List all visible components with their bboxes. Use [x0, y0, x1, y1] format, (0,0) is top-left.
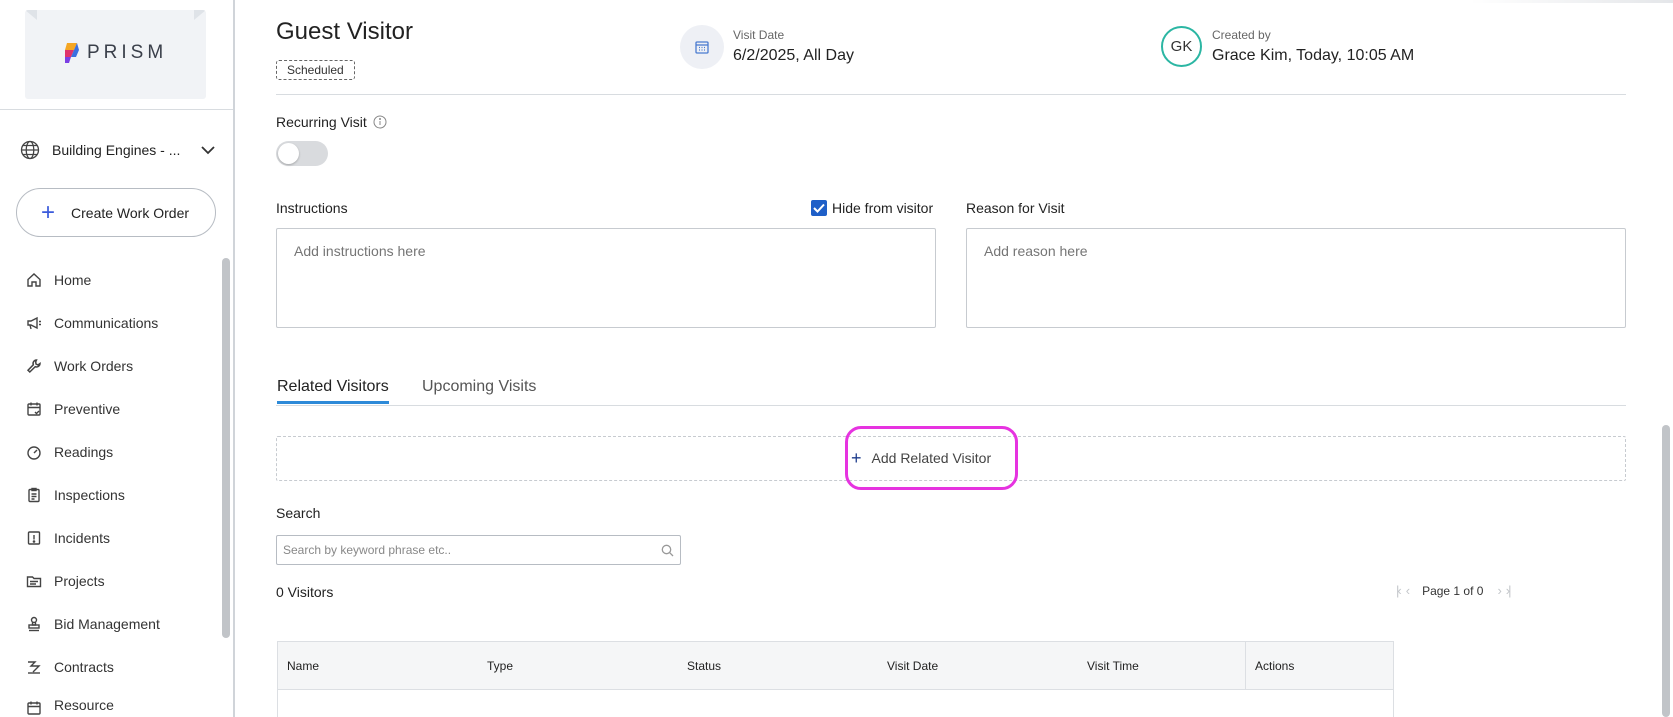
- info-icon[interactable]: [373, 115, 387, 129]
- highlight-ring: [845, 426, 1018, 490]
- sidebar-item-label: Inspections: [54, 486, 125, 503]
- column-header-name[interactable]: Name: [278, 642, 478, 690]
- visitors-table: Name Type Status Visit Date Visit Time A…: [277, 641, 1394, 717]
- search-label: Search: [276, 505, 321, 521]
- tab-upcoming-visits[interactable]: Upcoming Visits: [422, 378, 536, 404]
- prism-logo: PRISM: [65, 42, 167, 64]
- next-page-icon[interactable]: ›: [1497, 583, 1502, 598]
- pagination: |‹ ‹ Page 1 of 0 › ›|: [1396, 583, 1512, 598]
- header-divider: [276, 94, 1626, 95]
- chevron-down-icon: [201, 145, 215, 154]
- avatar: GK: [1161, 26, 1202, 67]
- hide-from-visitor-label: Hide from visitor: [832, 200, 934, 216]
- sidebar-item-label: Contracts: [54, 658, 114, 675]
- first-page-icon[interactable]: |‹: [1396, 583, 1402, 598]
- sidebar-item-label: Incidents: [54, 529, 111, 546]
- create-work-order-label: Create Work Order: [71, 204, 190, 221]
- visit-detail: Guest Visitor Scheduled Visit Date 6/2/2…: [276, 0, 1626, 717]
- reason-input[interactable]: [966, 228, 1626, 328]
- tabs: Related Visitors Upcoming Visits: [276, 376, 1626, 406]
- search-field[interactable]: [276, 535, 681, 565]
- org-selector[interactable]: Building Engines - ...: [20, 140, 215, 160]
- checkbox-checked-icon: [811, 200, 827, 216]
- hide-from-visitor-checkbox[interactable]: Hide from visitor: [811, 200, 933, 216]
- sidebar-item-projects[interactable]: Projects: [0, 559, 220, 602]
- visitor-count: 0 Visitors: [276, 584, 334, 600]
- megaphone-icon: [27, 316, 41, 329]
- tab-related-visitors[interactable]: Related Visitors: [277, 378, 389, 404]
- sidebar-item-label: Projects: [54, 572, 105, 589]
- page-title: Guest Visitor: [276, 18, 413, 45]
- sidebar-item-resource[interactable]: Resource: [0, 688, 220, 717]
- sidebar-item-label: Resource: [54, 697, 114, 713]
- wrench-icon: [26, 358, 41, 373]
- visit-date-icon-wrap: [680, 25, 724, 69]
- column-header-visit-time[interactable]: Visit Time: [1078, 642, 1245, 690]
- sidebar-item-readings[interactable]: Readings: [0, 430, 220, 473]
- recurring-visit-label: Recurring Visit: [276, 114, 387, 130]
- sidebar-item-work-orders[interactable]: Work Orders: [0, 344, 220, 387]
- sidebar-item-label: Work Orders: [54, 357, 134, 374]
- calendar-check-icon: [27, 402, 41, 416]
- sidebar-item-incidents[interactable]: Incidents: [0, 516, 220, 559]
- sidebar-divider: [0, 109, 233, 110]
- search-icon[interactable]: [661, 544, 674, 557]
- folder-icon: [26, 575, 42, 587]
- search-input[interactable]: [283, 543, 661, 557]
- sidebar-item-label: Bid Management: [54, 615, 160, 632]
- visit-date-label: Visit Date: [733, 28, 785, 42]
- recurring-visit-text: Recurring Visit: [276, 114, 367, 130]
- home-icon: [27, 272, 41, 287]
- page-indicator: Page 1 of 0: [1422, 583, 1484, 598]
- column-header-status[interactable]: Status: [678, 642, 878, 690]
- calendar-icon: [695, 41, 709, 54]
- sidebar-item-communications[interactable]: Communications: [0, 301, 220, 344]
- create-work-order-button[interactable]: + Create Work Order: [16, 188, 216, 237]
- instructions-label: Instructions: [276, 200, 348, 216]
- reason-label: Reason for Visit: [966, 200, 1065, 216]
- signature-icon: [28, 660, 41, 674]
- sidebar-item-contracts[interactable]: Contracts: [0, 645, 220, 688]
- sidebar-item-bid-management[interactable]: Bid Management: [0, 602, 220, 645]
- stamp-icon: [28, 616, 40, 631]
- last-page-icon[interactable]: ›|: [1506, 583, 1512, 598]
- alert-icon: [27, 530, 41, 545]
- created-by-value: Grace Kim, Today, 10:05 AM: [1212, 47, 1415, 64]
- sidebar-item-label: Readings: [54, 443, 114, 460]
- org-name: Building Engines - ...: [52, 142, 181, 158]
- table-header: Name Type Status Visit Date Visit Time A…: [278, 642, 1393, 690]
- status-badge: Scheduled: [276, 60, 355, 80]
- logo-text: PRISM: [87, 42, 168, 63]
- sidebar: PRISM Building Engines - ... + Create Wo…: [0, 0, 235, 717]
- recurring-visit-toggle[interactable]: [276, 141, 328, 166]
- gauge-icon: [27, 445, 41, 460]
- top-edge-shadow: [1470, 0, 1673, 3]
- visit-date-value: 6/2/2025, All Day: [733, 47, 854, 64]
- sidebar-item-home[interactable]: Home: [0, 258, 220, 301]
- globe-icon: [20, 140, 40, 160]
- prev-page-icon[interactable]: ‹: [1406, 583, 1411, 598]
- created-by-label: Created by: [1212, 28, 1271, 42]
- column-header-visit-date[interactable]: Visit Date: [878, 642, 1078, 690]
- instructions-input[interactable]: [276, 228, 936, 328]
- sidebar-item-preventive[interactable]: Preventive: [0, 387, 220, 430]
- calendar-icon: [27, 701, 41, 715]
- sidebar-item-label: Communications: [54, 314, 159, 331]
- prism-logo-icon: [65, 43, 79, 63]
- sidebar-nav: Home Communications Work Orders Preventi…: [0, 258, 220, 717]
- clipboard-icon: [28, 487, 40, 502]
- column-header-type[interactable]: Type: [478, 642, 678, 690]
- sidebar-item-inspections[interactable]: Inspections: [0, 473, 220, 516]
- sidebar-scrollbar[interactable]: [222, 258, 230, 638]
- column-header-actions: Actions: [1245, 642, 1393, 690]
- page-scrollbar[interactable]: [1662, 425, 1670, 717]
- sidebar-item-label: Home: [54, 271, 92, 288]
- logo-container[interactable]: PRISM: [25, 10, 206, 99]
- plus-icon: +: [41, 198, 56, 226]
- sidebar-item-label: Preventive: [54, 400, 121, 417]
